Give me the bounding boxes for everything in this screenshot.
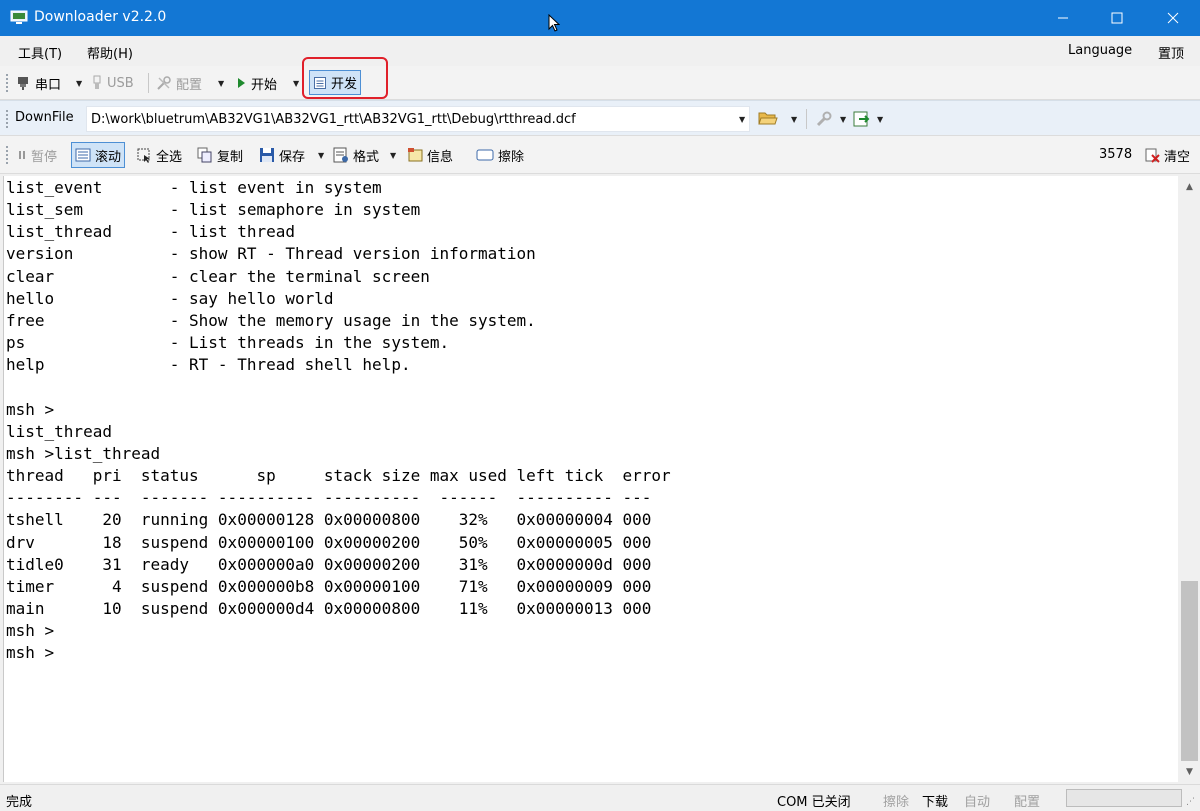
scrollbar-thumb[interactable] xyxy=(1181,581,1198,761)
select-all-label: 全选 xyxy=(156,149,183,165)
clear-icon xyxy=(1144,147,1160,163)
pause-label: 暂停 xyxy=(31,149,58,165)
folder-dropdown-icon[interactable]: ▼ xyxy=(791,115,797,124)
pause-icon xyxy=(17,149,27,161)
usb-label: USB xyxy=(107,75,134,91)
select-all-icon xyxy=(136,147,152,163)
folder-open-icon[interactable] xyxy=(758,109,778,127)
play-icon xyxy=(235,76,247,90)
mouse-cursor-icon xyxy=(548,14,560,32)
menu-help[interactable]: 帮助(H) xyxy=(87,43,133,62)
path-dropdown-icon[interactable]: ▼ xyxy=(739,115,745,124)
copy-label: 复制 xyxy=(217,149,244,165)
info-icon xyxy=(407,147,423,163)
com-status: COM 已关闭 xyxy=(777,795,851,810)
clear-button[interactable]: 清空 xyxy=(1141,143,1193,167)
plug-icon xyxy=(15,75,31,91)
menu-language[interactable]: Language xyxy=(1068,43,1132,58)
save-dropdown-icon[interactable]: ▼ xyxy=(318,151,324,160)
format-dropdown-icon[interactable]: ▼ xyxy=(390,151,396,160)
scroll-label: 滚动 xyxy=(95,149,122,165)
status-text: 完成 xyxy=(6,795,33,810)
downfile-toolbar: DownFile D:\work\bluetrum\AB32VG1\AB32VG… xyxy=(0,100,1200,136)
terminal-toolbar: 暂停 滚动 全选 复制 保存 ▼ 格式 ▼ 信息 擦除 3578 清空 xyxy=(0,136,1200,174)
serial-dropdown-icon[interactable]: ▼ xyxy=(76,79,82,88)
terminal-text: list_event - list event in system list_s… xyxy=(6,178,671,663)
downloader-app-icon xyxy=(10,10,28,25)
menu-bar: 工具(T) 帮助(H) Language 置顶 xyxy=(0,36,1200,66)
line-count: 3578 xyxy=(1099,147,1133,162)
usb-button[interactable]: USB xyxy=(88,71,137,95)
eraser-icon xyxy=(476,148,494,162)
toolbar-grip[interactable] xyxy=(6,110,10,128)
downfile-label: DownFile xyxy=(15,110,74,125)
erase-label: 擦除 xyxy=(498,149,525,165)
progress-bar xyxy=(1066,789,1182,807)
save-button[interactable]: 保存 xyxy=(256,143,308,167)
tools-icon xyxy=(156,75,172,91)
toolbar-grip[interactable] xyxy=(6,74,10,92)
save-label: 保存 xyxy=(279,149,306,165)
start-label: 开始 xyxy=(251,77,278,93)
config-dropdown-icon[interactable]: ▼ xyxy=(218,79,224,88)
scroll-icon xyxy=(75,147,91,163)
wrench-icon[interactable] xyxy=(815,110,833,128)
export-dropdown-icon[interactable]: ▼ xyxy=(877,115,883,124)
status-erase: 擦除 xyxy=(883,795,910,810)
start-dropdown-icon[interactable]: ▼ xyxy=(293,79,299,88)
window-title: Downloader v2.2.0 xyxy=(34,9,167,25)
minimize-button[interactable] xyxy=(1036,0,1090,36)
info-label: 信息 xyxy=(427,149,454,165)
resize-grip-icon[interactable]: ⋰ xyxy=(1186,797,1195,807)
status-auto: 自动 xyxy=(964,795,991,810)
serial-label: 串口 xyxy=(35,77,62,93)
scroll-button[interactable]: 滚动 xyxy=(71,142,126,168)
menu-tools[interactable]: 工具(T) xyxy=(18,43,62,62)
usb-icon xyxy=(91,75,103,91)
menu-top[interactable]: 置顶 xyxy=(1158,43,1184,62)
info-button[interactable]: 信息 xyxy=(404,143,456,167)
export-icon[interactable] xyxy=(853,110,871,128)
copy-icon xyxy=(197,147,213,163)
config-label: 配置 xyxy=(176,77,203,93)
status-bar: 完成 COM 已关闭 擦除 下载 自动 配置 ⋰ xyxy=(0,784,1200,811)
toolbar-grip[interactable] xyxy=(6,146,10,164)
status-config: 配置 xyxy=(1014,795,1041,810)
start-button[interactable]: 开始 xyxy=(232,71,280,95)
downfile-path-value: D:\work\bluetrum\AB32VG1\AB32VG1_rtt\AB3… xyxy=(91,112,576,127)
close-button[interactable] xyxy=(1146,0,1200,36)
select-all-button[interactable]: 全选 xyxy=(133,143,185,167)
save-icon xyxy=(259,147,275,163)
copy-button[interactable]: 复制 xyxy=(194,143,246,167)
develop-highlight-annotation xyxy=(302,57,388,99)
scroll-up-icon[interactable]: ▲ xyxy=(1179,178,1200,195)
scroll-down-icon[interactable]: ▼ xyxy=(1179,763,1200,780)
pause-button[interactable]: 暂停 xyxy=(14,143,60,167)
toolbar-separator xyxy=(148,73,149,93)
main-toolbar: 串口 ▼ USB 配置 ▼ 开始 ▼ 开发 xyxy=(0,66,1200,100)
format-button[interactable]: 格式 xyxy=(330,143,382,167)
terminal-output[interactable]: list_event - list event in system list_s… xyxy=(3,176,1178,782)
toolbar-separator xyxy=(806,109,807,129)
title-bar: Downloader v2.2.0 xyxy=(0,0,1200,36)
wrench-dropdown-icon[interactable]: ▼ xyxy=(840,115,846,124)
vertical-scrollbar[interactable]: ▲ ▼ xyxy=(1179,176,1200,782)
config-button[interactable]: 配置 xyxy=(153,71,205,95)
clear-label: 清空 xyxy=(1164,149,1191,165)
erase-button[interactable]: 擦除 xyxy=(473,143,527,167)
format-label: 格式 xyxy=(353,149,380,165)
format-icon xyxy=(333,147,349,163)
maximize-button[interactable] xyxy=(1090,0,1144,36)
downfile-path-combobox[interactable]: D:\work\bluetrum\AB32VG1\AB32VG1_rtt\AB3… xyxy=(86,106,750,132)
serial-button[interactable]: 串口 xyxy=(12,71,64,95)
status-download: 下载 xyxy=(922,795,949,810)
